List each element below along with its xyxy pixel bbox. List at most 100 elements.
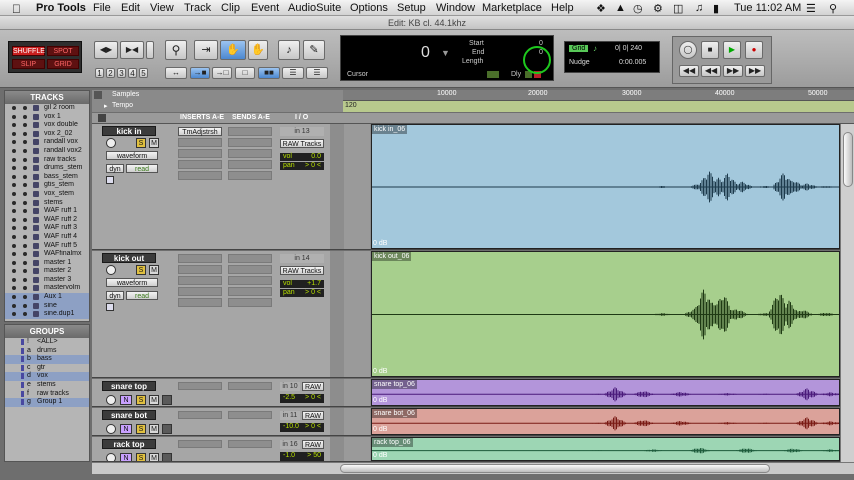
- record-enable-button[interactable]: [106, 395, 116, 405]
- menu-options[interactable]: Options: [350, 2, 388, 14]
- groups-list-item[interactable]: f raw tracks: [5, 390, 89, 399]
- tracks-list-item[interactable]: vox double: [5, 121, 89, 130]
- tracks-list-item[interactable]: master 1: [5, 259, 89, 268]
- track-view-icon[interactable]: [162, 395, 172, 405]
- fast-forward-icon[interactable]: ▶▶: [723, 65, 743, 77]
- track-visible-icon[interactable]: [12, 243, 16, 248]
- track-active-icon[interactable]: [23, 209, 27, 214]
- sync-icon[interactable]: ⚙: [653, 2, 663, 15]
- record-enable-button[interactable]: [106, 138, 116, 148]
- track-active-icon[interactable]: [23, 131, 27, 136]
- volume-readout[interactable]: vol 0.0: [280, 153, 324, 161]
- track-active-icon[interactable]: [23, 157, 27, 162]
- menubar-clock[interactable]: Tue 11:02 AM: [734, 2, 801, 14]
- tracks-list-item[interactable]: gtis_stem: [5, 181, 89, 190]
- send-slot[interactable]: [228, 298, 272, 307]
- track-lane[interactable]: kick in_06 0 dB: [330, 124, 854, 250]
- track-visible-icon[interactable]: [12, 131, 16, 136]
- track-active-icon[interactable]: [23, 123, 27, 128]
- solo-button[interactable]: S: [136, 138, 146, 148]
- track-active-icon[interactable]: [23, 269, 27, 274]
- send-slot[interactable]: [228, 287, 272, 296]
- menu-window[interactable]: Window: [436, 2, 475, 14]
- scrubber-tool-icon[interactable]: ♪: [278, 40, 300, 60]
- slip-mode-button[interactable]: SLIP: [12, 59, 45, 69]
- tracks-list-item[interactable]: Aux 1: [5, 293, 89, 302]
- horizontal-scroll-thumb[interactable]: [340, 464, 770, 473]
- bluetooth-icon[interactable]: ▲: [615, 2, 626, 14]
- track-comments-icon[interactable]: [106, 176, 114, 184]
- automation-mode-selector[interactable]: read: [126, 291, 158, 300]
- link-timeline-icon[interactable]: →■: [190, 67, 210, 79]
- audio-clip[interactable]: snare top_06 0 dB: [371, 379, 840, 406]
- playlist-selector[interactable]: dyn: [106, 291, 124, 300]
- zoom-in-horizontal-icon[interactable]: ▶◀: [120, 41, 144, 59]
- tracks-list-item[interactable]: master 2: [5, 267, 89, 276]
- tracks-list-item[interactable]: WAF ruff 5: [5, 242, 89, 251]
- playlist-selector[interactable]: dyn: [106, 164, 124, 173]
- track-visible-icon[interactable]: [12, 286, 16, 291]
- insert-slot[interactable]: [178, 440, 222, 448]
- groups-list-item[interactable]: a drums: [5, 347, 89, 356]
- track-visible-icon[interactable]: [12, 123, 16, 128]
- output-selector[interactable]: RAW: [302, 382, 324, 391]
- apple-icon[interactable]: : [12, 2, 21, 16]
- track-visible-icon[interactable]: [12, 174, 16, 179]
- volume-readout[interactable]: vol +1.7: [280, 280, 324, 288]
- output-selector[interactable]: RAW Tracks: [280, 266, 324, 275]
- nudge-label[interactable]: Nudge: [569, 59, 590, 66]
- app-menu[interactable]: Pro Tools: [36, 2, 86, 14]
- groups-list-item[interactable]: d vox: [5, 372, 89, 381]
- menu-clip[interactable]: Clip: [221, 2, 240, 14]
- tracks-list-item[interactable]: drums_stem: [5, 164, 89, 173]
- track-active-icon[interactable]: [23, 217, 27, 222]
- track-lane[interactable]: kick out_06 0 dB: [330, 251, 854, 378]
- zoom-preset-1[interactable]: 1: [95, 68, 104, 78]
- spot-mode-button[interactable]: SPOT: [47, 46, 79, 56]
- zoom-preset-3[interactable]: 3: [117, 68, 126, 78]
- automation-mode-selector[interactable]: read: [126, 164, 158, 173]
- mute-button[interactable]: M: [149, 424, 159, 434]
- track-view-selector[interactable]: waveform: [106, 151, 158, 160]
- volume-pan-readout[interactable]: -10.0 > 0 <: [280, 423, 324, 432]
- tracks-list-item[interactable]: randall vox2: [5, 147, 89, 156]
- insert-slot[interactable]: [178, 138, 222, 147]
- track-lane[interactable]: snare top_06 0 dB: [330, 379, 854, 407]
- track-visible-icon[interactable]: [12, 269, 16, 274]
- return-to-zero-icon[interactable]: ◀◀: [679, 65, 699, 77]
- track-active-icon[interactable]: [23, 243, 27, 248]
- tracks-list-item[interactable]: WAFfinalmx: [5, 250, 89, 259]
- tracks-list-item[interactable]: randall vox: [5, 138, 89, 147]
- insert-slot-a[interactable]: TmAdjstrsh: [178, 127, 222, 136]
- audio-clip[interactable]: kick out_06 0 dB: [371, 251, 840, 377]
- track-visible-icon[interactable]: [12, 191, 16, 196]
- send-slot[interactable]: [228, 149, 272, 158]
- track-active-icon[interactable]: [23, 183, 27, 188]
- groups-list-item[interactable]: b bass: [5, 355, 89, 364]
- input-selector[interactable]: in 14: [280, 254, 324, 263]
- mute-button[interactable]: M: [149, 395, 159, 405]
- track-visible-icon[interactable]: [12, 183, 16, 188]
- mirror-midi-icon[interactable]: ■■: [258, 67, 280, 79]
- track-visible-icon[interactable]: [12, 234, 16, 239]
- dropbox-icon[interactable]: ❖: [596, 2, 606, 15]
- insert-slot[interactable]: [178, 411, 222, 419]
- mute-button[interactable]: M: [149, 138, 159, 148]
- track-active-icon[interactable]: [23, 252, 27, 257]
- trim-tool-icon[interactable]: ⇥: [194, 40, 218, 60]
- vertical-scrollbar[interactable]: [840, 124, 854, 462]
- nudge-value[interactable]: 0:00.005: [619, 59, 646, 66]
- track-active-icon[interactable]: [23, 277, 27, 282]
- battery-icon[interactable]: ▮: [713, 2, 719, 15]
- track-active-icon[interactable]: [23, 260, 27, 265]
- input-selector[interactable]: in 10: [280, 382, 300, 391]
- vertical-scroll-thumb[interactable]: [843, 132, 853, 187]
- audio-clip[interactable]: rack top_06 0 dB: [371, 437, 840, 461]
- track-view-icon[interactable]: [162, 453, 172, 461]
- tracks-list-item[interactable]: sine.dup1: [5, 310, 89, 319]
- record-enable-button[interactable]: [106, 424, 116, 434]
- track-active-icon[interactable]: [23, 114, 27, 119]
- play-icon[interactable]: ▶: [723, 41, 741, 59]
- menu-marketplace[interactable]: Marketplace: [482, 2, 542, 14]
- grid-mode-button[interactable]: GRID: [47, 59, 79, 69]
